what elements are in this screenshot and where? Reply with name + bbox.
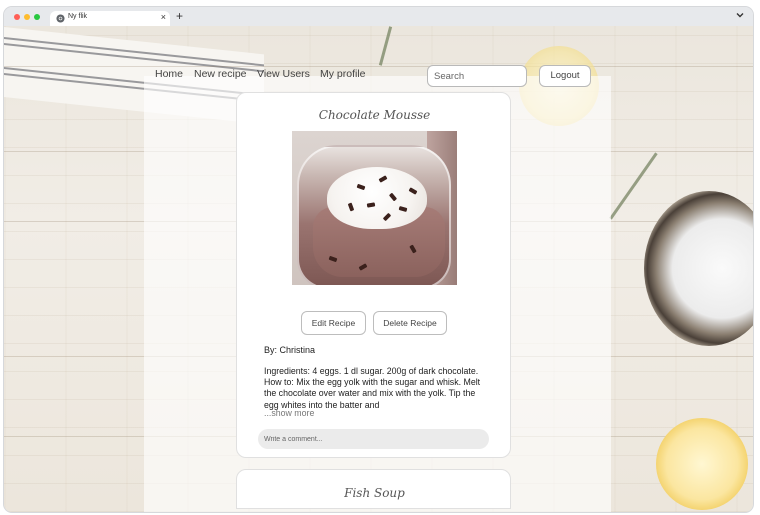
minimize-window-icon[interactable] xyxy=(24,14,30,20)
recipe-card: Chocolate Mousse Edit Recipe Delete Reci… xyxy=(236,92,511,458)
browser-tab-bar: Ny flik × + xyxy=(4,7,753,26)
nav-view-users-link[interactable]: View Users xyxy=(257,68,310,80)
recipe-author: By: Christina xyxy=(264,345,316,355)
recipe-title: Chocolate Mousse xyxy=(318,108,431,122)
recipe-title: Fish Soup xyxy=(344,486,405,500)
recipe-card: Fish Soup xyxy=(236,469,511,509)
edit-recipe-button[interactable]: Edit Recipe xyxy=(301,311,366,335)
recipe-ingredients: Ingredients: 4 eggs. 1 dl sugar. 200g of… xyxy=(264,366,481,410)
background-herb-sprig xyxy=(378,26,393,66)
browser-tab[interactable]: Ny flik × xyxy=(50,11,170,26)
delete-recipe-button[interactable]: Delete Recipe xyxy=(373,311,447,335)
nav-my-profile-link[interactable]: My profile xyxy=(320,68,366,80)
background-herb-sprig xyxy=(609,152,658,220)
nav-home-link[interactable]: Home xyxy=(155,68,183,80)
maximize-window-icon[interactable] xyxy=(34,14,40,20)
nav-new-recipe-link[interactable]: New recipe xyxy=(194,68,247,80)
close-window-icon[interactable] xyxy=(14,14,20,20)
show-more-link[interactable]: ...show more xyxy=(264,408,314,418)
chevron-down-icon[interactable] xyxy=(735,10,745,20)
search-input[interactable] xyxy=(427,65,527,87)
tab-title: Ny flik xyxy=(68,13,88,20)
logout-button[interactable]: Logout xyxy=(539,65,591,87)
background-lemon-slice xyxy=(656,418,748,510)
tab-close-icon[interactable]: × xyxy=(161,12,166,22)
background-salt-bowl xyxy=(644,191,753,346)
chrome-icon xyxy=(56,14,65,23)
comment-input[interactable] xyxy=(258,429,489,449)
recipe-image xyxy=(292,131,457,285)
new-tab-icon[interactable]: + xyxy=(176,9,183,23)
